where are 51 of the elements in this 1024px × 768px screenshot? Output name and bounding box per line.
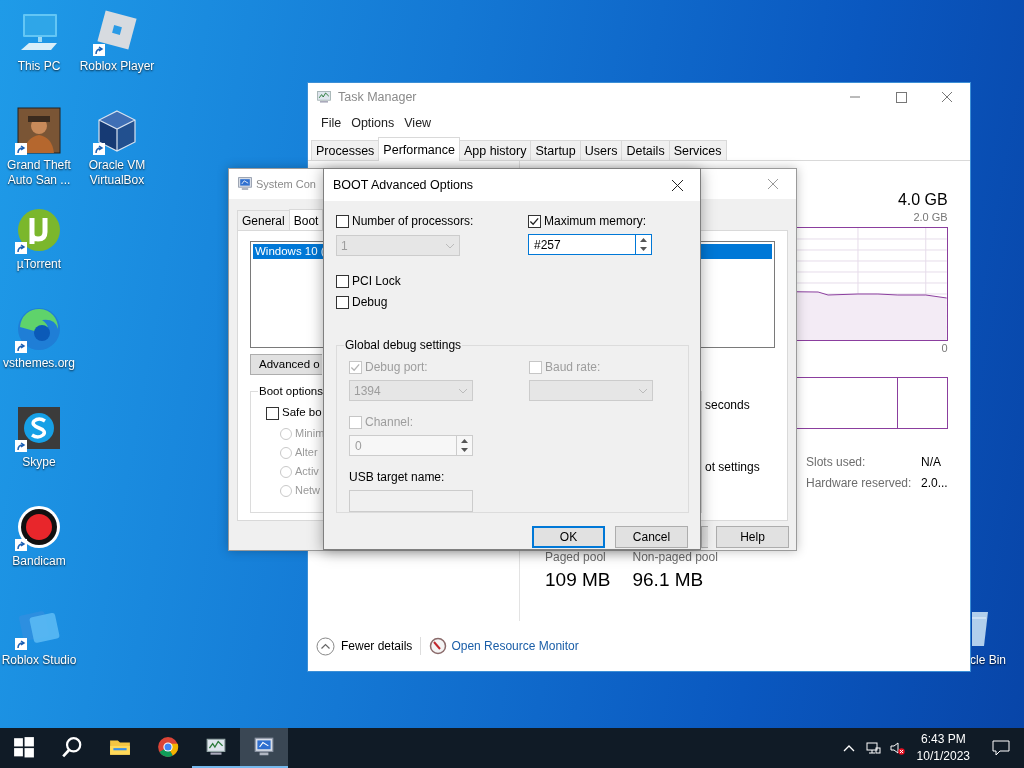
radio-label: Activ: [295, 464, 319, 480]
radio-label: Netw: [295, 483, 321, 499]
tab[interactable]: Details: [621, 140, 670, 160]
dialog-title: BOOT Advanced Options: [333, 176, 474, 194]
ok-button[interactable]: OK: [532, 526, 605, 548]
checkbox-label: Safe bo: [282, 405, 322, 421]
stat-value: 96.1 MB: [632, 568, 705, 592]
tab[interactable]: Performance: [378, 137, 460, 161]
field-label: USB target name:: [349, 469, 446, 486]
stat-label: Slots used:: [806, 454, 867, 471]
tab[interactable]: Services: [668, 140, 727, 160]
desktop-shortcut[interactable]: cle Bin: [972, 600, 1007, 669]
axis-label: 0: [941, 341, 948, 355]
checkbox-label: Channel:: [365, 414, 414, 431]
option-label: seconds: [705, 397, 751, 414]
open-resource-monitor-link[interactable]: Open Resource Monitor: [451, 637, 579, 655]
tab[interactable]: Startup: [530, 140, 581, 160]
tab[interactable]: Boot: [288, 209, 324, 231]
cancel-button[interactable]: Cancel: [615, 526, 688, 548]
window-title: System Con: [256, 176, 316, 192]
stat-label: Paged pool: [545, 549, 607, 565]
checkbox-label: Debug port:: [365, 359, 428, 376]
checkbox-label: Number of processors:: [352, 213, 474, 230]
menu-item[interactable]: File: [316, 113, 347, 133]
stat-value: 109 MB: [545, 568, 611, 592]
checkbox-label: Maximum memory:: [544, 213, 646, 230]
tab[interactable]: App history: [458, 140, 532, 160]
tab[interactable]: Processes: [311, 140, 380, 160]
menu-item[interactable]: Options: [346, 113, 400, 133]
axis-label: 2.0 GB: [913, 210, 948, 224]
window-title: Task Manager: [338, 88, 417, 106]
stat-label: Non-paged pool: [632, 549, 718, 565]
advanced-options-button[interactable]: Advanced o: [250, 354, 322, 375]
tab[interactable]: General: [237, 210, 290, 230]
tab[interactable]: Users: [579, 140, 623, 160]
checkbox-label: Baud rate:: [545, 359, 601, 376]
stat-label: Hardware reserved:: [806, 475, 913, 492]
number-field[interactable]: #257: [528, 234, 635, 255]
option-label: ot settings: [705, 459, 761, 476]
checkbox-label: PCI Lock: [352, 273, 401, 290]
group-label: Global debug settings: [344, 338, 463, 353]
stat-value: 2.0...: [921, 475, 948, 492]
fewer-details-button[interactable]: Fewer details: [316, 636, 413, 656]
stat-value: N/A: [921, 454, 942, 471]
memory-total: 4.0 GB: [897, 190, 948, 210]
radio-label: Alter: [295, 445, 318, 461]
clock-button[interactable]: 6:43 PM 10/1/2023: [908, 728, 978, 768]
help-button[interactable]: Help: [716, 526, 789, 548]
menu-item[interactable]: View: [399, 113, 437, 133]
checkbox-label: Debug: [352, 294, 388, 311]
group-label: Boot options: [258, 384, 324, 399]
